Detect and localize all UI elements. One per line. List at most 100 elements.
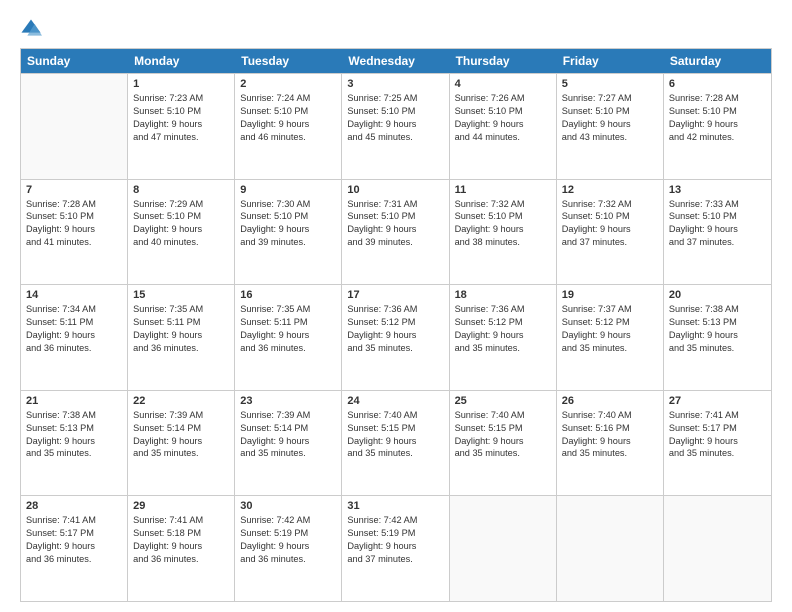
day-info: Sunrise: 7:42 AM Sunset: 5:19 PM Dayligh… [347,514,443,566]
calendar-day-cell: 26 Sunrise: 7:40 AM Sunset: 5:16 PM Dayli… [557,391,664,496]
calendar-day-cell: 25Sunrise: 7:40 AM Sunset: 5:15 PM Dayli… [450,391,557,496]
calendar-day-cell [450,496,557,601]
calendar-day-cell: 27Sunrise: 7:41 AM Sunset: 5:17 PM Dayli… [664,391,771,496]
calendar-day-cell: 8Sunrise: 7:29 AM Sunset: 5:10 PM Daylig… [128,180,235,285]
calendar-header-cell: Tuesday [235,49,342,73]
day-info: Sunrise: 7:24 AM Sunset: 5:10 PM Dayligh… [240,92,336,144]
calendar-day-cell: 7 Sunrise: 7:28 AM Sunset: 5:10 PM Daylig… [21,180,128,285]
day-number: 6 [669,78,766,90]
day-info: Sunrise: 7:35 AM Sunset: 5:11 PM Dayligh… [133,303,229,355]
calendar-day-cell: 14Sunrise: 7:34 AM Sunset: 5:11 PM Dayli… [21,285,128,390]
calendar-day-cell: 9 Sunrise: 7:30 AM Sunset: 5:10 PM Daylig… [235,180,342,285]
calendar-week-row: 28 Sunrise: 7:41 AM Sunset: 5:17 PM Dayli… [21,495,771,601]
day-number: 10 [347,184,443,196]
calendar-week-row: 1 Sunrise: 7:23 AM Sunset: 5:10 PM Daylig… [21,73,771,179]
day-info: Sunrise: 7:40 AM Sunset: 5:16 PM Dayligh… [562,409,658,461]
day-number: 17 [347,289,443,301]
calendar-day-cell: 4 Sunrise: 7:26 AM Sunset: 5:10 PM Daylig… [450,74,557,179]
day-number: 12 [562,184,658,196]
day-number: 26 [562,395,658,407]
calendar-header: SundayMondayTuesdayWednesdayThursdayFrid… [21,49,771,73]
calendar-day-cell: 6 Sunrise: 7:28 AM Sunset: 5:10 PM Daylig… [664,74,771,179]
day-number: 29 [133,500,229,512]
calendar-day-cell: 21 Sunrise: 7:38 AM Sunset: 5:13 PM Dayli… [21,391,128,496]
day-info: Sunrise: 7:32 AM Sunset: 5:10 PM Dayligh… [455,198,551,250]
day-number: 7 [26,184,122,196]
calendar-day-cell: 24Sunrise: 7:40 AM Sunset: 5:15 PM Dayli… [342,391,449,496]
day-number: 16 [240,289,336,301]
day-number: 30 [240,500,336,512]
day-number: 2 [240,78,336,90]
day-number: 23 [240,395,336,407]
day-info: Sunrise: 7:30 AM Sunset: 5:10 PM Dayligh… [240,198,336,250]
logo [20,18,46,40]
page: SundayMondayTuesdayWednesdayThursdayFrid… [0,0,792,612]
calendar-header-cell: Saturday [664,49,771,73]
day-info: Sunrise: 7:31 AM Sunset: 5:10 PM Dayligh… [347,198,443,250]
day-info: Sunrise: 7:41 AM Sunset: 5:18 PM Dayligh… [133,514,229,566]
calendar-day-cell: 2 Sunrise: 7:24 AM Sunset: 5:10 PM Daylig… [235,74,342,179]
day-info: Sunrise: 7:40 AM Sunset: 5:15 PM Dayligh… [347,409,443,461]
day-info: Sunrise: 7:28 AM Sunset: 5:10 PM Dayligh… [669,92,766,144]
day-number: 15 [133,289,229,301]
calendar-header-cell: Sunday [21,49,128,73]
day-number: 28 [26,500,122,512]
day-info: Sunrise: 7:25 AM Sunset: 5:10 PM Dayligh… [347,92,443,144]
day-number: 22 [133,395,229,407]
calendar-day-cell: 22Sunrise: 7:39 AM Sunset: 5:14 PM Dayli… [128,391,235,496]
day-info: Sunrise: 7:38 AM Sunset: 5:13 PM Dayligh… [26,409,122,461]
day-info: Sunrise: 7:29 AM Sunset: 5:10 PM Dayligh… [133,198,229,250]
calendar-day-cell: 29 Sunrise: 7:41 AM Sunset: 5:18 PM Dayli… [128,496,235,601]
day-number: 3 [347,78,443,90]
day-info: Sunrise: 7:41 AM Sunset: 5:17 PM Dayligh… [26,514,122,566]
day-number: 4 [455,78,551,90]
day-number: 31 [347,500,443,512]
day-number: 18 [455,289,551,301]
calendar-body: 1 Sunrise: 7:23 AM Sunset: 5:10 PM Daylig… [21,73,771,601]
calendar-day-cell [21,74,128,179]
calendar-week-row: 21 Sunrise: 7:38 AM Sunset: 5:13 PM Dayli… [21,390,771,496]
day-info: Sunrise: 7:38 AM Sunset: 5:13 PM Dayligh… [669,303,766,355]
calendar-day-cell: 28 Sunrise: 7:41 AM Sunset: 5:17 PM Dayli… [21,496,128,601]
calendar-day-cell: 1 Sunrise: 7:23 AM Sunset: 5:10 PM Daylig… [128,74,235,179]
day-number: 1 [133,78,229,90]
day-info: Sunrise: 7:36 AM Sunset: 5:12 PM Dayligh… [347,303,443,355]
day-number: 11 [455,184,551,196]
calendar-day-cell: 5 Sunrise: 7:27 AM Sunset: 5:10 PM Daylig… [557,74,664,179]
calendar-header-cell: Monday [128,49,235,73]
day-info: Sunrise: 7:42 AM Sunset: 5:19 PM Dayligh… [240,514,336,566]
calendar-day-cell: 13Sunrise: 7:33 AM Sunset: 5:10 PM Dayli… [664,180,771,285]
day-info: Sunrise: 7:36 AM Sunset: 5:12 PM Dayligh… [455,303,551,355]
day-info: Sunrise: 7:41 AM Sunset: 5:17 PM Dayligh… [669,409,766,461]
calendar-day-cell: 23 Sunrise: 7:39 AM Sunset: 5:14 PM Dayli… [235,391,342,496]
calendar-day-cell [664,496,771,601]
day-info: Sunrise: 7:37 AM Sunset: 5:12 PM Dayligh… [562,303,658,355]
day-number: 21 [26,395,122,407]
calendar-day-cell: 31 Sunrise: 7:42 AM Sunset: 5:19 PM Dayli… [342,496,449,601]
day-number: 25 [455,395,551,407]
calendar-week-row: 7 Sunrise: 7:28 AM Sunset: 5:10 PM Daylig… [21,179,771,285]
calendar-day-cell: 19 Sunrise: 7:37 AM Sunset: 5:12 PM Dayli… [557,285,664,390]
day-number: 13 [669,184,766,196]
day-info: Sunrise: 7:32 AM Sunset: 5:10 PM Dayligh… [562,198,658,250]
day-number: 20 [669,289,766,301]
day-info: Sunrise: 7:23 AM Sunset: 5:10 PM Dayligh… [133,92,229,144]
header [20,18,772,40]
day-number: 5 [562,78,658,90]
calendar-week-row: 14Sunrise: 7:34 AM Sunset: 5:11 PM Dayli… [21,284,771,390]
day-info: Sunrise: 7:28 AM Sunset: 5:10 PM Dayligh… [26,198,122,250]
day-info: Sunrise: 7:39 AM Sunset: 5:14 PM Dayligh… [240,409,336,461]
day-info: Sunrise: 7:27 AM Sunset: 5:10 PM Dayligh… [562,92,658,144]
day-info: Sunrise: 7:35 AM Sunset: 5:11 PM Dayligh… [240,303,336,355]
logo-icon [20,18,42,40]
calendar-day-cell: 20 Sunrise: 7:38 AM Sunset: 5:13 PM Dayli… [664,285,771,390]
calendar-day-cell: 10 Sunrise: 7:31 AM Sunset: 5:10 PM Dayli… [342,180,449,285]
day-info: Sunrise: 7:26 AM Sunset: 5:10 PM Dayligh… [455,92,551,144]
calendar-day-cell: 12 Sunrise: 7:32 AM Sunset: 5:10 PM Dayli… [557,180,664,285]
calendar-day-cell: 3 Sunrise: 7:25 AM Sunset: 5:10 PM Daylig… [342,74,449,179]
calendar-header-cell: Wednesday [342,49,449,73]
calendar-header-cell: Thursday [450,49,557,73]
calendar-day-cell: 15 Sunrise: 7:35 AM Sunset: 5:11 PM Dayli… [128,285,235,390]
day-number: 19 [562,289,658,301]
day-number: 9 [240,184,336,196]
